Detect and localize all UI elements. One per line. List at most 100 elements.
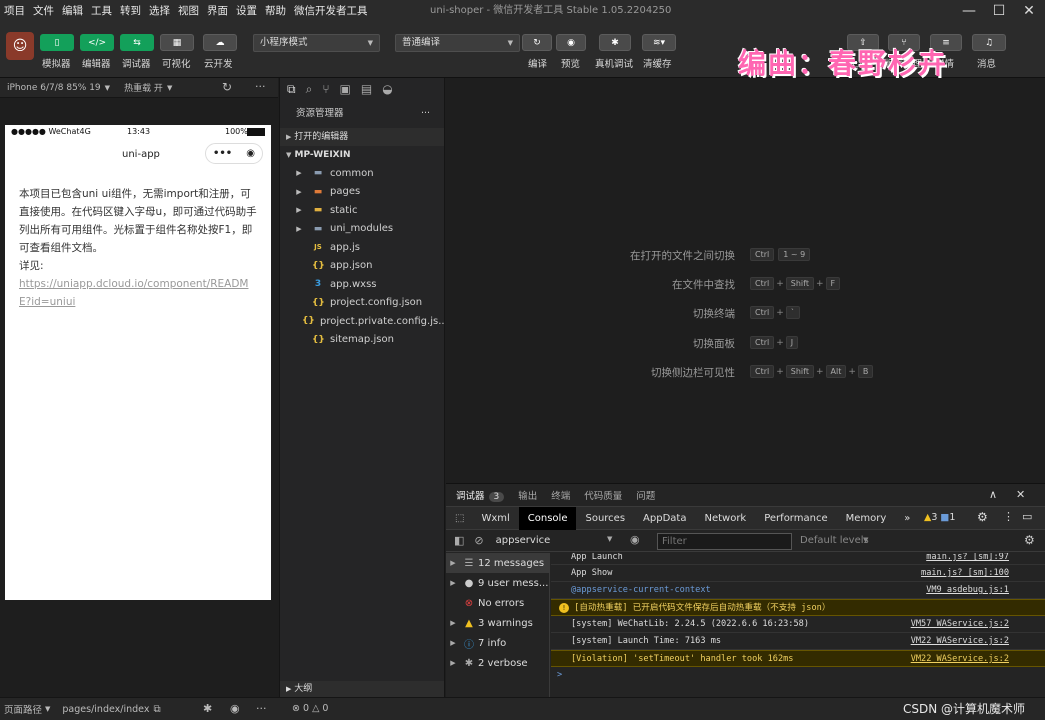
tree-file-project-config[interactable]: {} project.config.json: [280, 294, 444, 313]
tree-file-app-json[interactable]: {} app.json: [280, 257, 444, 276]
sidebar-toggle-icon[interactable]: ◧: [454, 534, 464, 547]
eye-icon[interactable]: ◉: [630, 533, 640, 546]
issue-counter[interactable]: ▲3 ■1: [924, 512, 955, 523]
extensions-icon[interactable]: ▣: [340, 82, 351, 96]
sidebar-item-warnings[interactable]: ▶ ▲ 3 warnings: [446, 613, 549, 633]
dock-icon[interactable]: ▭: [1022, 510, 1032, 523]
tab-performance[interactable]: Performance: [755, 507, 836, 530]
tab-console[interactable]: Console: [518, 506, 577, 530]
tab-debugger[interactable]: 调试器 3: [456, 488, 505, 502]
log-source-link[interactable]: VM9 asdebug.js:1: [926, 582, 1009, 599]
sidebar-item-verbose[interactable]: ▶ ✱ 2 verbose: [446, 653, 549, 673]
more-icon[interactable]: ···: [421, 100, 430, 128]
search-icon[interactable]: ⌕: [306, 82, 313, 97]
remote-debug-button[interactable]: ✱: [599, 34, 631, 51]
tab-terminal[interactable]: 终端: [551, 488, 570, 502]
problems-counter[interactable]: ⊗ 0 △ 0: [292, 703, 328, 714]
clear-cache-button[interactable]: ≋▾: [642, 34, 676, 51]
inspect-icon[interactable]: ⬚: [446, 507, 472, 530]
log-source-link[interactable]: VM22 WAService.js:2: [911, 633, 1009, 650]
hotreload-toggle[interactable]: 热重载 开: [124, 81, 163, 94]
levels-select[interactable]: Default levels: [800, 535, 869, 546]
page-path-label[interactable]: 页面路径: [4, 702, 42, 716]
tree-file-app-wxss[interactable]: 3 app.wxss: [280, 275, 444, 294]
close-circle-icon[interactable]: ◉: [246, 148, 255, 159]
tab-output[interactable]: 输出: [518, 488, 537, 502]
menu-project[interactable]: 项目: [0, 0, 29, 22]
docker-icon[interactable]: ◒: [382, 82, 392, 96]
tree-file-app-js[interactable]: JS app.js: [280, 238, 444, 257]
menu-settings[interactable]: 设置: [232, 0, 261, 22]
more-tabs-button[interactable]: »: [895, 507, 919, 530]
close-icon[interactable]: ✕: [1015, 0, 1043, 22]
compile-button[interactable]: ↻: [522, 34, 552, 51]
clear-console-icon[interactable]: ⊘: [474, 534, 483, 547]
menu-goto[interactable]: 转到: [116, 0, 145, 22]
device-select[interactable]: iPhone 6/7/8 85% 19: [7, 83, 101, 93]
outline-section[interactable]: ▶ 大纲: [280, 681, 444, 697]
editor-button[interactable]: </>: [80, 34, 114, 51]
cloud-button[interactable]: ☁: [203, 34, 237, 51]
tab-code-quality[interactable]: 代码质量: [584, 488, 622, 502]
menu-select[interactable]: 选择: [145, 0, 174, 22]
menu-wechat-devtools[interactable]: 微信开发者工具: [290, 0, 372, 22]
menu-help[interactable]: 帮助: [261, 0, 290, 22]
tree-folder-pages[interactable]: ▶ ▬ pages: [280, 183, 444, 202]
log-source-link[interactable]: main.js? [sm]:100: [921, 565, 1009, 582]
log-source-link[interactable]: VM57 WAService.js:2: [911, 616, 1009, 633]
debugger-button[interactable]: ⇆: [120, 34, 154, 51]
more-vert-icon[interactable]: ⋮: [1003, 510, 1014, 523]
console-prompt[interactable]: >: [551, 667, 1045, 684]
menu-tools[interactable]: 工具: [87, 0, 116, 22]
tab-appdata[interactable]: AppData: [634, 507, 695, 530]
git-icon[interactable]: ⑂: [322, 82, 329, 96]
tree-folder-uni-modules[interactable]: ▶ ▬ uni_modules: [280, 220, 444, 239]
more-icon[interactable]: ···: [256, 702, 267, 715]
sidebar-item-user-messages[interactable]: ▶ ● 9 user mess...: [446, 573, 549, 593]
avatar[interactable]: ☺: [6, 32, 34, 60]
capsule-menu[interactable]: ••• ◉: [205, 143, 263, 164]
files-icon[interactable]: ⧉: [287, 82, 296, 97]
tab-memory[interactable]: Memory: [837, 507, 896, 530]
tree-folder-common[interactable]: ▶ ▬ common: [280, 164, 444, 183]
tree-folder-static[interactable]: ▶ ▬ static: [280, 201, 444, 220]
docs-link[interactable]: https://uniapp.dcloud.io/component/READM…: [19, 275, 259, 311]
menu-view[interactable]: 视图: [174, 0, 203, 22]
preview-button[interactable]: ◉: [556, 34, 586, 51]
context-select[interactable]: appservice: [496, 535, 551, 546]
gear-icon[interactable]: ⚙: [1024, 533, 1035, 547]
close-icon[interactable]: ✕: [1016, 488, 1025, 501]
tab-wxml[interactable]: Wxml: [472, 507, 518, 530]
copy-icon[interactable]: ⧉: [153, 704, 160, 715]
simulator-button[interactable]: ▯: [40, 34, 74, 51]
eye-icon[interactable]: ◉: [230, 702, 240, 715]
sidebar-item-messages[interactable]: ▶ ☰ 12 messages: [446, 553, 549, 573]
menu-interface[interactable]: 界面: [203, 0, 232, 22]
visual-button[interactable]: ▦: [160, 34, 194, 51]
menu-edit[interactable]: 编辑: [58, 0, 87, 22]
sidebar-item-errors[interactable]: ⊗ No errors: [446, 593, 549, 613]
filter-input[interactable]: [657, 533, 792, 550]
collapse-icon[interactable]: ∧: [989, 488, 997, 501]
more-icon[interactable]: •••: [213, 148, 232, 159]
menu-file[interactable]: 文件: [29, 0, 58, 22]
more-icon[interactable]: ···: [255, 80, 266, 93]
compile-select[interactable]: 普通编译 ▼: [395, 34, 520, 52]
maximize-icon[interactable]: ☐: [985, 0, 1013, 22]
minimize-icon[interactable]: —: [955, 0, 983, 22]
messages-button[interactable]: ♫: [972, 34, 1006, 51]
gear-icon[interactable]: ⚙: [977, 510, 988, 524]
bug-icon[interactable]: ✱: [203, 702, 212, 715]
mode-select[interactable]: 小程序模式 ▼: [253, 34, 380, 52]
tab-network[interactable]: Network: [695, 507, 755, 530]
box-icon[interactable]: ▤: [361, 82, 372, 96]
rotate-icon[interactable]: ↻: [222, 80, 232, 94]
tab-problems[interactable]: 问题: [636, 488, 655, 502]
project-section[interactable]: ▼ MP-WEIXIN: [280, 146, 444, 164]
log-source-link[interactable]: main.js? [sm]:97: [926, 553, 1009, 561]
tab-sources[interactable]: Sources: [576, 507, 634, 530]
sidebar-item-info[interactable]: ▶ ⓘ 7 info: [446, 633, 549, 653]
open-editors-section[interactable]: ▶ 打开的编辑器: [280, 128, 444, 146]
log-source-link[interactable]: VM22 WAService.js:2: [911, 651, 1009, 668]
tree-file-sitemap[interactable]: {} sitemap.json: [280, 331, 444, 350]
